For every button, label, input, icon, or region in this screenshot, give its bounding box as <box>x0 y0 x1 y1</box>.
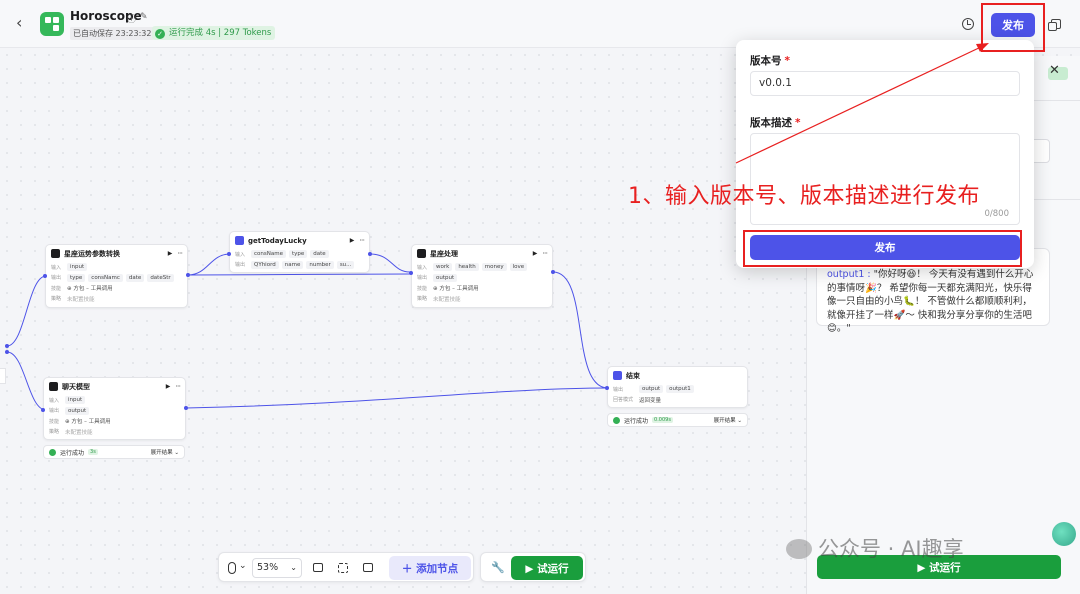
run-status-tag: ✓ 运行完成 4s | 297 Tokens <box>152 26 276 40</box>
port[interactable] <box>409 271 413 275</box>
version-input[interactable]: v0.0.1 <box>750 71 1020 96</box>
node-title: 结束 <box>626 371 640 380</box>
node-title: 聊天模型 <box>62 382 90 391</box>
port[interactable] <box>43 274 47 278</box>
node-star-process[interactable]: 星座处理 ▶ ··· 输入 work health money love 输出 outpu… <box>411 244 553 308</box>
port[interactable] <box>5 344 9 348</box>
port[interactable] <box>227 252 231 256</box>
canvas-toolbar: ⌄ 53% ⌄ ＋ 添加节点 <box>218 552 474 582</box>
workflow-logo-icon <box>40 12 64 36</box>
expand-result-button[interactable]: 展开结果 ⌄ <box>151 448 179 456</box>
back-icon[interactable]: ‹ <box>16 14 32 32</box>
port[interactable] <box>184 406 188 410</box>
node-chat-model[interactable]: 聊天模型 ▶ ··· 输入 input 输出 output 技能 ⊕ 方包 – 工具调… <box>43 377 186 440</box>
mouse-mode-icon[interactable] <box>228 562 236 574</box>
info-icon[interactable]: ⓘ <box>127 12 136 25</box>
output-key: output1 : <box>827 269 871 280</box>
success-icon <box>49 448 56 456</box>
watermark: 公众号 · AI趣享 <box>786 533 964 563</box>
autosave-status: 已自动保存 23:23:32 <box>70 27 155 40</box>
start-node-edge[interactable] <box>0 368 6 384</box>
play-icon[interactable]: ▶ <box>168 250 173 257</box>
success-icon <box>613 416 620 424</box>
port[interactable] <box>186 273 190 277</box>
watermark-logo-icon <box>1052 522 1076 546</box>
comment-icon[interactable] <box>313 563 323 572</box>
more-icon[interactable]: ··· <box>177 249 183 258</box>
port[interactable] <box>551 270 555 274</box>
port[interactable] <box>368 252 372 256</box>
node-title: getTodayLucky <box>248 236 307 245</box>
char-counter: 0/800 <box>984 209 1010 219</box>
wechat-icon <box>786 539 812 559</box>
minimap-icon[interactable] <box>363 563 373 572</box>
node-llm-icon <box>417 249 426 258</box>
copy-icon[interactable] <box>1048 19 1061 31</box>
node-title: 星座处理 <box>430 249 458 258</box>
plugin-icon <box>235 236 244 245</box>
more-icon[interactable]: ··· <box>542 249 548 258</box>
port[interactable] <box>5 350 9 354</box>
node-get-today-lucky[interactable]: getTodayLucky ▶ ··· 输入 consName type date 输… <box>229 231 370 273</box>
more-icon[interactable]: ··· <box>359 236 365 245</box>
expand-result-button[interactable]: 展开结果 ⌄ <box>714 416 742 424</box>
close-icon[interactable]: ✕ <box>1049 63 1060 78</box>
description-label: 版本描述 * <box>750 117 801 129</box>
check-icon: ✓ <box>155 29 165 39</box>
chevron-down-icon: ⌄ <box>290 563 297 572</box>
edit-icon[interactable]: ✎ <box>140 12 148 22</box>
node-star-convert[interactable]: 星座运势参数转换 ▶ ··· 输入 input 输出 type consNamc dat… <box>45 244 188 308</box>
layout-icon[interactable] <box>338 563 348 573</box>
more-icon[interactable]: ··· <box>175 382 181 391</box>
play-icon[interactable]: ▶ <box>166 383 171 390</box>
divider <box>1034 100 1080 101</box>
node-run-status: 运行成功 3s 展开结果 ⌄ <box>43 445 185 459</box>
input-chip: input <box>67 263 88 272</box>
node-title: 星座运势参数转换 <box>64 249 120 258</box>
zoom-select[interactable]: 53% ⌄ <box>252 558 302 578</box>
port[interactable] <box>605 386 609 390</box>
run-toolbar: 🔧 ▶ 试运行 <box>480 552 586 582</box>
history-icon[interactable] <box>962 18 974 30</box>
node-end[interactable]: 结束 输出 output output1 回答模式 返回变量 <box>607 366 748 408</box>
annotation-text: 1、输入版本号、版本描述进行发布 <box>628 184 980 209</box>
chevron-down-icon[interactable]: ⌄ <box>239 561 247 571</box>
node-llm-icon <box>51 249 60 258</box>
divider <box>1034 199 1080 200</box>
end-icon <box>613 371 622 380</box>
confirm-publish-button[interactable]: 发布 <box>750 235 1020 260</box>
node-llm-icon <box>49 382 58 391</box>
wrench-icon[interactable]: 🔧 <box>491 561 505 574</box>
publish-button[interactable]: 发布 <box>991 13 1035 37</box>
node-run-status: 运行成功 0.009s 展开结果 ⌄ <box>607 413 748 427</box>
add-node-button[interactable]: ＋ 添加节点 <box>389 556 471 580</box>
version-label: 版本号 * <box>750 55 790 67</box>
play-icon[interactable]: ▶ <box>350 237 355 244</box>
play-icon[interactable]: ▶ <box>533 250 538 257</box>
publish-popover: 版本号 * v0.0.1 版本描述 * 0/800 发布 <box>736 40 1034 268</box>
port[interactable] <box>41 408 45 412</box>
test-run-button[interactable]: ▶ 试运行 <box>511 556 583 580</box>
